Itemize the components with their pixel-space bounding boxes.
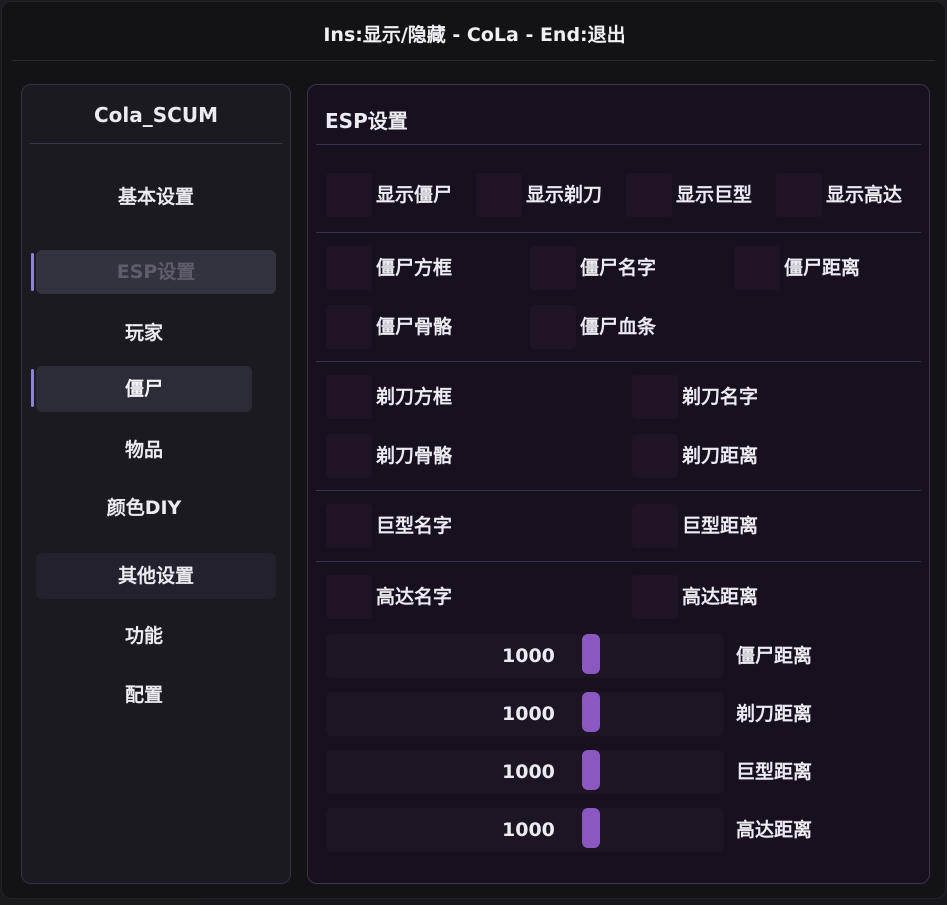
esp-settings-panel: ESP设置 显示僵尸 显示剃刀 显示巨型 显示高达 僵尸方框 僵尸名字 僵尸距离… (307, 84, 930, 884)
razor-distance-checkbox[interactable]: 剃刀距离 (632, 434, 922, 478)
show-giant-checkbox[interactable]: 显示巨型 (626, 173, 776, 217)
zombie-distance-slider[interactable]: 1000 僵尸距离 (326, 632, 921, 680)
sidebar-item-player[interactable]: 玩家 (36, 311, 252, 355)
selection-indicator (31, 253, 34, 291)
slider-label: 巨型距离 (736, 761, 813, 783)
razor-skeleton-checkbox[interactable]: 剃刀骨骼 (326, 434, 626, 478)
overlay-window: Ins:显示/隐藏 - CoLa - End:退出 Cola_SCUM 基本设置… (1, 1, 946, 899)
sidebar-item-items[interactable]: 物品 (36, 428, 252, 472)
zombie-skeleton-checkbox[interactable]: 僵尸骨骼 (326, 305, 526, 349)
sidebar-item-color-diy[interactable]: 颜色DIY (36, 486, 252, 530)
checkbox-box (530, 246, 576, 290)
slider-value: 1000 (502, 645, 555, 667)
zombie-distance-checkbox[interactable]: 僵尸距离 (734, 246, 924, 290)
slider-value: 1000 (502, 819, 555, 841)
slider-label: 高达距离 (736, 819, 813, 841)
sidebar-item-zombie[interactable]: 僵尸 (36, 366, 252, 412)
sidebar-group-other[interactable]: 其他设置 (36, 553, 276, 599)
slider-thumb[interactable] (582, 634, 600, 674)
slider-label: 僵尸距离 (736, 645, 813, 667)
checkbox-box (326, 375, 372, 419)
checkbox-box (632, 434, 678, 478)
checkbox-box (326, 305, 372, 349)
razor-box-checkbox[interactable]: 剃刀方框 (326, 375, 626, 419)
checkbox-box (530, 305, 576, 349)
gundam-distance-slider[interactable]: 1000 高达距离 (326, 806, 921, 854)
divider (316, 232, 921, 233)
razor-distance-slider[interactable]: 1000 剃刀距离 (326, 690, 921, 738)
divider (316, 561, 921, 562)
checkbox-box (326, 434, 372, 478)
razor-name-checkbox[interactable]: 剃刀名字 (632, 375, 922, 419)
sidebar: Cola_SCUM 基本设置 ESP设置 玩家 僵尸 物品 颜色DIY 其他设置… (21, 84, 291, 884)
checkbox-box (326, 246, 372, 290)
divider (316, 490, 921, 491)
sidebar-item-esp[interactable]: ESP设置 (36, 250, 276, 294)
slider-thumb[interactable] (582, 692, 600, 732)
divider (316, 144, 921, 145)
zombie-box-checkbox[interactable]: 僵尸方框 (326, 246, 526, 290)
checkbox-box (776, 173, 822, 217)
sidebar-group-basic[interactable]: 基本设置 (36, 177, 276, 217)
zombie-healthbar-checkbox[interactable]: 僵尸血条 (530, 305, 730, 349)
checkbox-box (476, 173, 522, 217)
giant-distance-checkbox[interactable]: 巨型距离 (632, 504, 922, 548)
title-divider (12, 60, 935, 61)
zombie-name-checkbox[interactable]: 僵尸名字 (530, 246, 730, 290)
checkbox-box (326, 504, 372, 548)
checkbox-box (632, 575, 678, 619)
slider-label: 剃刀距离 (736, 703, 813, 725)
giant-distance-slider[interactable]: 1000 巨型距离 (326, 748, 921, 796)
checkbox-box (632, 504, 678, 548)
checkbox-box (632, 375, 678, 419)
sidebar-item-functions[interactable]: 功能 (36, 614, 252, 658)
show-zombie-checkbox[interactable]: 显示僵尸 (326, 173, 476, 217)
show-razor-checkbox[interactable]: 显示剃刀 (476, 173, 626, 217)
sidebar-divider (30, 143, 282, 144)
sidebar-item-config[interactable]: 配置 (36, 673, 252, 717)
gundam-name-checkbox[interactable]: 高达名字 (326, 575, 626, 619)
checkbox-box (626, 173, 672, 217)
panel-title: ESP设置 (325, 109, 408, 133)
gundam-distance-checkbox[interactable]: 高达距离 (632, 575, 922, 619)
slider-value: 1000 (502, 761, 555, 783)
checkbox-box (326, 575, 372, 619)
show-gundam-checkbox[interactable]: 显示高达 (776, 173, 926, 217)
giant-name-checkbox[interactable]: 巨型名字 (326, 504, 626, 548)
checkbox-box (326, 173, 372, 217)
slider-value: 1000 (502, 703, 555, 725)
active-indicator (31, 369, 34, 407)
checkbox-box (734, 246, 780, 290)
slider-thumb[interactable] (582, 750, 600, 790)
slider-thumb[interactable] (582, 808, 600, 848)
divider (316, 361, 921, 362)
sidebar-title: Cola_SCUM (94, 103, 218, 127)
window-title[interactable]: Ins:显示/隐藏 - CoLa - End:退出 (2, 2, 947, 62)
